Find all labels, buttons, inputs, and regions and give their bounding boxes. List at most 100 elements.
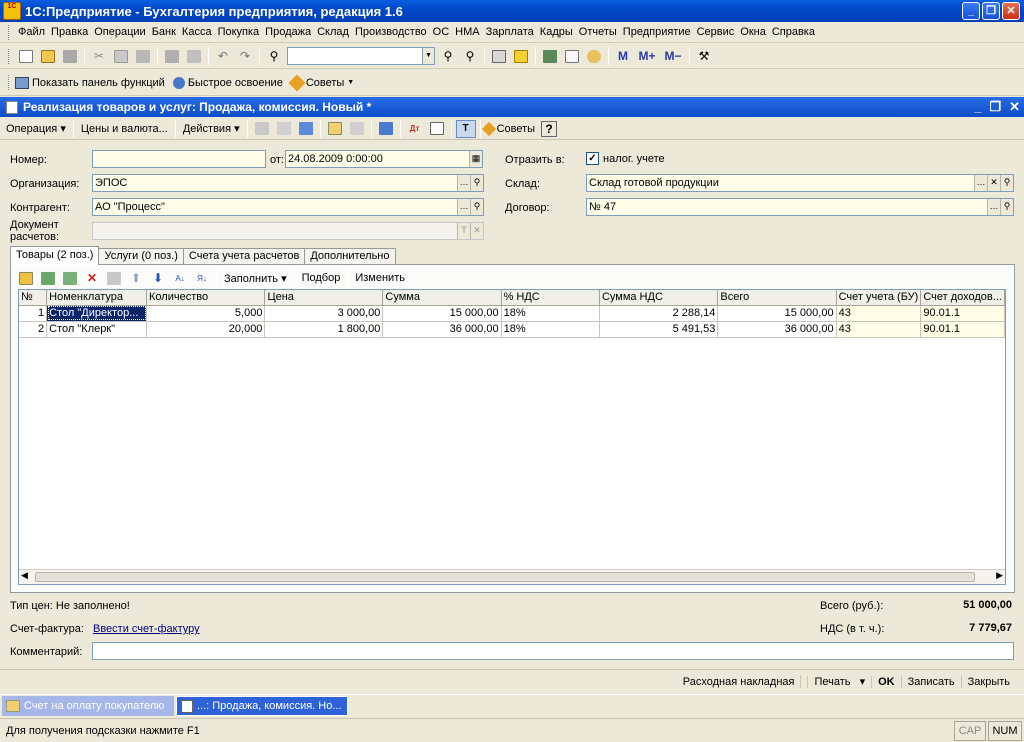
settlement-doc-input[interactable]: T ✕: [92, 222, 484, 240]
find-icon[interactable]: ⚲: [264, 47, 284, 65]
doc-tips-button[interactable]: Советы: [481, 121, 535, 136]
doc-restore-icon[interactable]: ❐: [989, 99, 1001, 115]
toolbar-grip[interactable]: [8, 75, 11, 90]
tab-services[interactable]: Услуги (0 поз.): [98, 248, 184, 265]
menu-bank[interactable]: Банк: [149, 26, 179, 38]
minimize-icon[interactable]: _: [962, 2, 980, 20]
menu-cash[interactable]: Касса: [179, 26, 215, 38]
comment-input[interactable]: [92, 642, 1014, 660]
doc-minimize-icon[interactable]: _: [974, 99, 981, 115]
end-edit-icon[interactable]: [104, 269, 124, 287]
cell-vat-sum[interactable]: 5 491,53: [599, 321, 719, 338]
cell-vat-sum[interactable]: 2 288,14: [599, 305, 719, 322]
move-down-icon[interactable]: ⬇: [148, 269, 168, 287]
date-input[interactable]: 24.08.2009 0:00:00 ▦: [285, 150, 483, 168]
col-vat-sum[interactable]: Сумма НДС: [599, 290, 719, 306]
warehouse-input[interactable]: Склад готовой продукции… ✕ ⚲: [586, 174, 1014, 192]
menu-edit[interactable]: Правка: [48, 26, 91, 38]
restore-icon[interactable]: ❐: [982, 2, 1000, 20]
cell-price[interactable]: 3 000,00: [264, 305, 384, 322]
task-invoice-window[interactable]: Счет на оплату покупателю: [2, 696, 174, 716]
menu-fixed-assets[interactable]: ОС: [430, 26, 453, 38]
cell-quantity[interactable]: 20,000: [146, 321, 266, 338]
col-number[interactable]: №: [19, 290, 48, 306]
ellipsis-icon[interactable]: …: [987, 199, 1000, 215]
copy-icon[interactable]: [111, 47, 131, 65]
help-icon[interactable]: [511, 47, 531, 65]
cell-sum[interactable]: 15 000,00: [382, 305, 502, 322]
cell-vat-rate[interactable]: 18%: [501, 321, 600, 338]
undo-icon[interactable]: ↶: [213, 47, 233, 65]
actions-menu[interactable]: Действия ▾: [179, 122, 244, 135]
menu-enterprise[interactable]: Предприятие: [620, 26, 694, 38]
save-button[interactable]: Записать: [900, 675, 961, 688]
search-icon[interactable]: ⚲: [470, 175, 483, 191]
col-sum[interactable]: Сумма: [382, 290, 502, 306]
move-up-icon[interactable]: ⬆: [126, 269, 146, 287]
cell-nomenclature[interactable]: Стол "Директор...: [46, 305, 147, 322]
col-total[interactable]: Всего: [717, 290, 837, 306]
cell-income-account[interactable]: 90.01.1: [920, 305, 1005, 322]
menu-salary[interactable]: Зарплата: [483, 26, 537, 38]
cell-number[interactable]: 2: [19, 321, 48, 338]
post-doc-icon[interactable]: [325, 120, 345, 138]
edit-row-icon[interactable]: [60, 269, 80, 287]
cell-income-account[interactable]: 90.01.1: [920, 321, 1005, 338]
menu-windows[interactable]: Окна: [737, 26, 769, 38]
print-icon[interactable]: [162, 47, 182, 65]
col-quantity[interactable]: Количество: [146, 290, 266, 306]
sort-asc-icon[interactable]: A↓: [170, 269, 190, 287]
tt-icon[interactable]: Т: [455, 119, 476, 138]
tab-settlement-accounts[interactable]: Счета учета расчетов: [182, 248, 306, 265]
contractor-input[interactable]: АО "Процесс"… ⚲: [92, 198, 484, 216]
cell-number[interactable]: 1: [19, 305, 48, 322]
add-row-icon[interactable]: [16, 269, 36, 287]
col-vat-rate[interactable]: % НДС: [501, 290, 600, 306]
cell-total[interactable]: 36 000,00: [717, 321, 837, 338]
checkmark-icon[interactable]: ✓: [586, 152, 599, 165]
dt-kt-icon[interactable]: Дт: [405, 120, 425, 138]
menu-purchase[interactable]: Покупка: [215, 26, 263, 38]
contract-input[interactable]: № 47… ⚲: [586, 198, 1014, 216]
table-row[interactable]: 1 Стол "Директор... 5,000 3 000,00 15 00…: [19, 305, 1005, 322]
ellipsis-icon[interactable]: …: [457, 199, 470, 215]
cell-total[interactable]: 15 000,00: [717, 305, 837, 322]
memory-m-icon[interactable]: M: [613, 47, 633, 65]
exit-icon[interactable]: [252, 120, 272, 138]
sort-desc-icon[interactable]: Я↓: [192, 269, 212, 287]
cut-icon[interactable]: ✂: [89, 47, 109, 65]
search-combobox[interactable]: ▼: [287, 47, 435, 65]
refresh-icon[interactable]: [296, 120, 316, 138]
tab-goods[interactable]: Товары (2 поз.): [10, 246, 100, 265]
goods-table[interactable]: № Номенклатура Количество Цена Сумма % Н…: [18, 289, 1006, 585]
cell-vat-rate[interactable]: 18%: [501, 305, 600, 322]
enter-invoice-link[interactable]: Ввести счет-фактуру: [93, 623, 200, 635]
question-icon[interactable]: ?: [541, 120, 558, 137]
select-button[interactable]: Подбор: [298, 272, 345, 284]
menu-personnel[interactable]: Кадры: [537, 26, 576, 38]
col-price[interactable]: Цена: [264, 290, 384, 306]
menu-warehouse[interactable]: Склад: [314, 26, 352, 38]
scrollbar-thumb[interactable]: [35, 572, 975, 582]
calculator-icon[interactable]: [540, 47, 560, 65]
type-t-icon[interactable]: T: [457, 223, 470, 239]
open-folder-icon[interactable]: [38, 47, 58, 65]
col-income-account[interactable]: Счет доходов...: [920, 290, 1005, 306]
horizontal-scrollbar[interactable]: ◀ ▶: [19, 569, 1005, 584]
menu-operations[interactable]: Операции: [91, 26, 148, 38]
ellipsis-icon[interactable]: …: [457, 175, 470, 191]
search-icon[interactable]: ⚲: [1000, 199, 1013, 215]
task-sale-window[interactable]: ...: Продажа, комиссия. Но...: [176, 696, 348, 716]
show-functions-button[interactable]: Показать панель функций: [15, 76, 165, 89]
unpost-doc-icon[interactable]: [347, 120, 367, 138]
scroll-left-icon[interactable]: ◀: [21, 570, 28, 581]
cell-account[interactable]: 43: [836, 305, 922, 322]
calendar-icon[interactable]: ▦: [469, 151, 482, 167]
print-menu-button[interactable]: Печать ▾: [800, 675, 871, 688]
cell-account[interactable]: 43: [836, 321, 922, 338]
tab-additional[interactable]: Дополнительно: [304, 248, 396, 265]
user-icon[interactable]: [584, 47, 604, 65]
find-next-icon[interactable]: ⚲: [438, 47, 458, 65]
find-prev-icon[interactable]: ⚲: [460, 47, 480, 65]
operation-menu[interactable]: Операция ▾: [2, 122, 70, 135]
